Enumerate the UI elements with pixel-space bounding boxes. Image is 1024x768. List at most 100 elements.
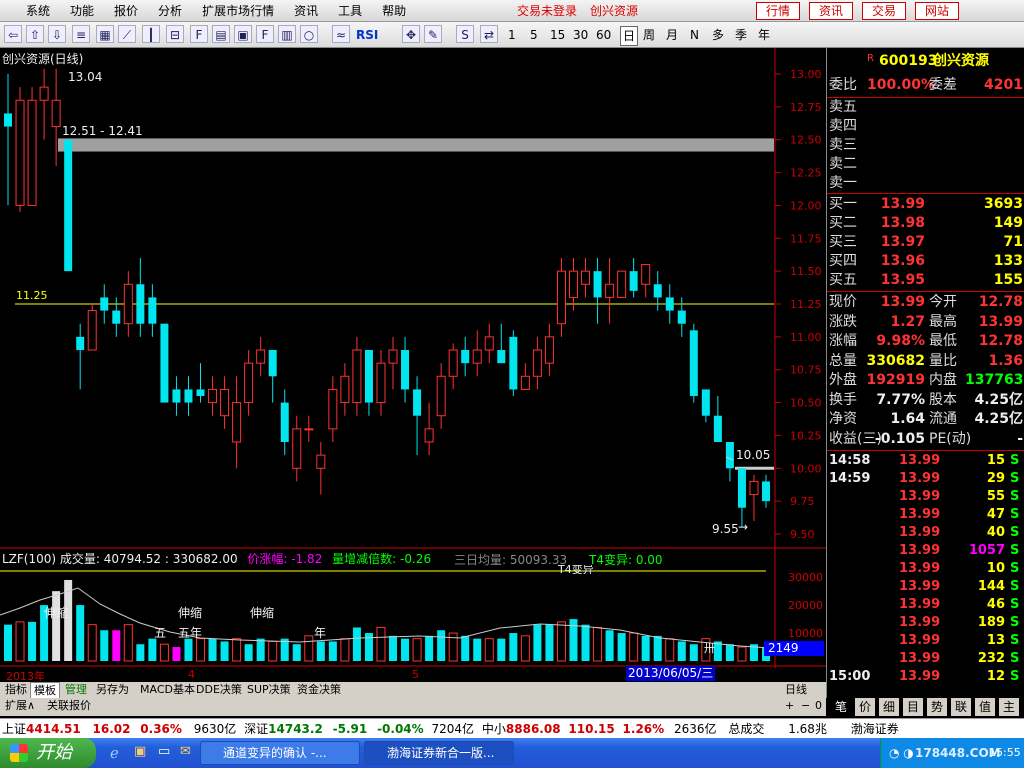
volume-bar: [268, 640, 278, 662]
buy-level-row[interactable]: 买五 13.95 155: [829, 271, 1023, 290]
add-icon[interactable]: +: [782, 698, 797, 714]
volume-bar: [52, 591, 61, 661]
candle-icon[interactable]: ┃: [142, 25, 160, 43]
period-multi[interactable]: 多: [712, 26, 724, 44]
candle: [304, 415, 314, 442]
fiz-icon[interactable]: F: [256, 25, 274, 43]
tab-save-as[interactable]: 另存为: [93, 682, 132, 698]
news-button[interactable]: 资讯: [809, 2, 853, 20]
task-browser[interactable]: 通道变异的确认 -...: [200, 741, 360, 765]
sell-level-row[interactable]: 卖四: [829, 117, 1023, 136]
outlook-icon[interactable]: ✉: [180, 744, 191, 759]
media-icon[interactable]: ▣: [134, 744, 146, 759]
buy-level-row[interactable]: 买四 13.96 133: [829, 252, 1023, 271]
zx-change: 110.15: [568, 722, 615, 736]
f10-icon[interactable]: F: [190, 25, 208, 43]
volume-bar: [172, 647, 181, 661]
panel-tab[interactable]: 价: [855, 698, 875, 716]
volume-label: 成交量: 40794.52 : 330682.00: [59, 552, 238, 566]
menu-item-help[interactable]: 帮助: [372, 0, 416, 22]
menu-item-ext-market[interactable]: 扩展市场行情: [192, 0, 284, 22]
period-label: 日线: [785, 683, 807, 696]
website-button[interactable]: 网站: [915, 2, 959, 20]
trade-login-status[interactable]: 交易未登录: [517, 0, 577, 22]
tab-manage[interactable]: 管理: [62, 682, 90, 698]
switch-icon[interactable]: ⇄: [480, 25, 498, 43]
tab-sup[interactable]: SUP决策: [244, 682, 294, 698]
panel-tab[interactable]: 目: [903, 698, 923, 716]
back-icon[interactable]: ⇦: [4, 25, 22, 43]
refresh-icon[interactable]: ○: [300, 25, 318, 43]
period-5min[interactable]: 5: [530, 26, 538, 44]
period-day[interactable]: 日: [620, 26, 639, 46]
tab-indicator[interactable]: 指标: [2, 682, 30, 698]
tab-macd[interactable]: MACD基本: [137, 682, 198, 698]
sell-level-row[interactable]: 卖二: [829, 155, 1023, 174]
tab-dde[interactable]: DDE决策: [193, 682, 245, 698]
sell-level-row[interactable]: 卖五: [829, 98, 1023, 117]
compare-icon[interactable]: ⊟: [166, 25, 184, 43]
stock-header: R 600193 创兴资源: [829, 52, 1023, 71]
menu-item-system[interactable]: 系统: [16, 0, 60, 22]
buy-level-row[interactable]: 买一 13.99 3693: [829, 195, 1023, 214]
zero-button[interactable]: 0: [812, 698, 825, 714]
calc-icon[interactable]: ▣: [234, 25, 252, 43]
sz-amount: 7204亿: [431, 722, 475, 736]
buy-level-row[interactable]: 买二 13.98 149: [829, 214, 1023, 233]
grid-icon[interactable]: ▦: [96, 25, 114, 43]
doc-icon[interactable]: ▤: [212, 25, 230, 43]
period-year[interactable]: 年: [758, 26, 770, 44]
menu-item-function[interactable]: 功能: [60, 0, 104, 22]
tick-side: S: [1010, 579, 1020, 594]
down-icon[interactable]: ⇩: [48, 25, 66, 43]
tab-related-quote[interactable]: 关联报价: [44, 698, 94, 714]
panel-tab[interactable]: 笔: [831, 698, 851, 716]
volume-bar: [520, 635, 530, 662]
desktop-icon[interactable]: ▭: [158, 744, 170, 759]
menu-item-quote[interactable]: 报价: [104, 0, 148, 22]
panel-tab[interactable]: 主: [999, 698, 1019, 716]
panel-tab[interactable]: 势: [927, 698, 947, 716]
tab-extend[interactable]: 扩展∧: [2, 698, 38, 714]
tick-price: 13.99: [899, 615, 941, 630]
period-30min[interactable]: 30: [573, 26, 588, 44]
wave-icon[interactable]: ≈: [332, 25, 350, 43]
kline-chart-area[interactable]: 13.00 12.75 12.50 12.25 12.00 11.75 11.50 11.25…: [0, 48, 826, 683]
trade-button[interactable]: 交易: [862, 2, 906, 20]
period-15min[interactable]: 15: [550, 26, 565, 44]
pencil-icon[interactable]: ✎: [424, 25, 442, 43]
tab-fund[interactable]: 资金决策: [294, 682, 344, 698]
ie-icon[interactable]: ℯ: [110, 744, 119, 762]
list-icon[interactable]: ≡: [72, 25, 90, 43]
rsi-button[interactable]: RSI: [356, 26, 378, 44]
panel-tab[interactable]: 细: [879, 698, 899, 716]
panel-tab[interactable]: 联: [951, 698, 971, 716]
period-quarter[interactable]: 季: [735, 26, 747, 44]
price-tick-label: 11.00: [790, 331, 822, 344]
buy-level-row[interactable]: 买三 13.97 71: [829, 233, 1023, 252]
sell-level-row[interactable]: 卖三: [829, 136, 1023, 155]
diff-value: 4201: [984, 77, 1023, 93]
menu-item-news[interactable]: 资讯: [284, 0, 328, 22]
panel-tab[interactable]: 值: [975, 698, 995, 716]
price-tick-label: 11.25: [790, 298, 822, 311]
menu-item-tools[interactable]: 工具: [328, 0, 372, 22]
up-icon[interactable]: ⇧: [26, 25, 44, 43]
kline-chart[interactable]: 13.00 12.75 12.50 12.25 12.00 11.75 11.50 11.25…: [0, 48, 826, 668]
task-trading-app[interactable]: 渤海证券新合一版...: [364, 741, 514, 765]
period-n[interactable]: N: [690, 26, 699, 44]
quote-button[interactable]: 行情: [756, 2, 800, 20]
minus-icon[interactable]: −: [798, 698, 813, 714]
move-icon[interactable]: ✥: [402, 25, 420, 43]
calendar-icon[interactable]: ▥: [278, 25, 296, 43]
menu-item-analysis[interactable]: 分析: [148, 0, 192, 22]
period-week[interactable]: 周: [643, 26, 655, 44]
line-chart-icon[interactable]: ⟋: [118, 25, 136, 43]
sell-level-row[interactable]: 卖一: [829, 174, 1023, 193]
formula-icon[interactable]: S: [456, 25, 474, 43]
period-1min[interactable]: 1: [508, 26, 516, 44]
candle: [136, 258, 145, 337]
period-60min[interactable]: 60: [596, 26, 611, 44]
stat-value: 1.27: [890, 313, 925, 330]
period-month[interactable]: 月: [666, 26, 678, 44]
